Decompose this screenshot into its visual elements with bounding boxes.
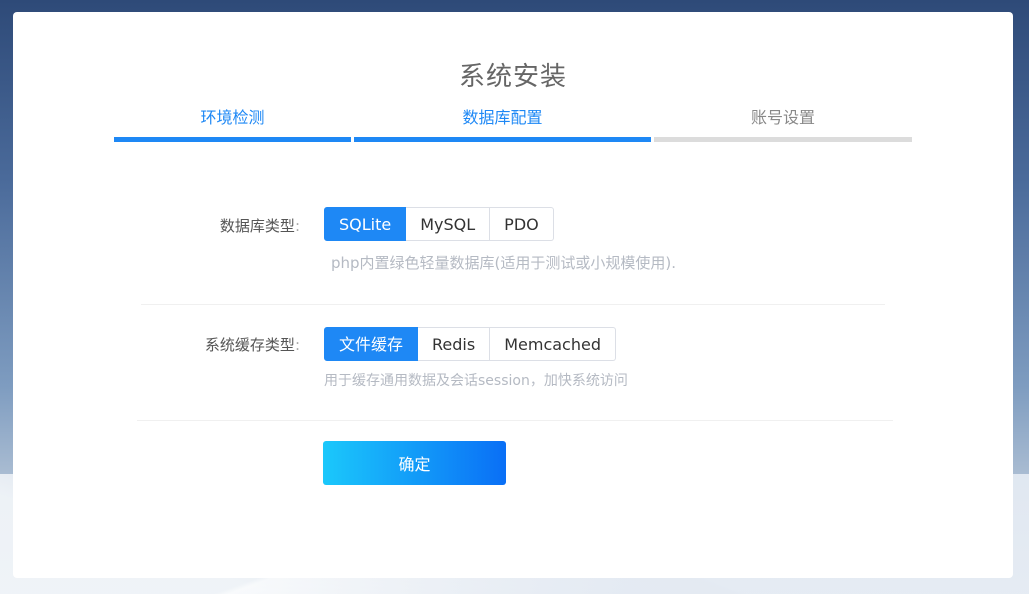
cache-option-redis[interactable]: Redis: [418, 327, 491, 361]
db-type-selector: SQLite MySQL PDO: [324, 207, 554, 241]
step-label: 数据库配置: [462, 108, 543, 127]
db-option-pdo[interactable]: PDO: [490, 207, 554, 241]
cache-type-help: 用于缓存通用数据及会话session，加快系统访问: [324, 373, 628, 389]
install-steps: 环境检测 数据库配置 账号设置: [114, 102, 912, 142]
db-type-label-text: 数据库类型: [219, 217, 295, 235]
divider: [137, 420, 893, 421]
divider: [141, 304, 885, 305]
cache-type-label-text: 系统缓存类型: [204, 336, 295, 354]
db-option-sqlite[interactable]: SQLite: [324, 207, 407, 241]
confirm-button[interactable]: 确定: [323, 441, 506, 485]
db-type-help: php内置绿色轻量数据库(适用于测试或小规模使用).: [331, 254, 677, 272]
db-type-label: 数据库类型:: [163, 215, 300, 236]
cache-option-file[interactable]: 文件缓存: [324, 327, 419, 361]
step-progress-bar: [654, 137, 912, 142]
step-label: 环境检测: [200, 108, 265, 127]
label-colon: :: [294, 336, 300, 354]
step-environment-check: 环境检测: [114, 102, 351, 142]
step-label: 账号设置: [750, 108, 815, 127]
db-option-mysql[interactable]: MySQL: [406, 207, 491, 241]
install-card: 系统安装 环境检测 数据库配置 账号设置 数据库类型: SQLite MySQL…: [13, 12, 1013, 578]
step-progress-bar: [354, 137, 651, 142]
cache-type-label: 系统缓存类型:: [143, 334, 300, 355]
cache-option-memcached[interactable]: Memcached: [490, 327, 616, 361]
step-database-config: 数据库配置: [354, 102, 651, 142]
page-title: 系统安装: [458, 62, 567, 92]
cache-type-selector: 文件缓存 Redis Memcached: [324, 327, 616, 361]
step-account-settings: 账号设置: [654, 102, 912, 142]
label-colon: :: [294, 217, 300, 235]
step-progress-bar: [114, 137, 351, 142]
